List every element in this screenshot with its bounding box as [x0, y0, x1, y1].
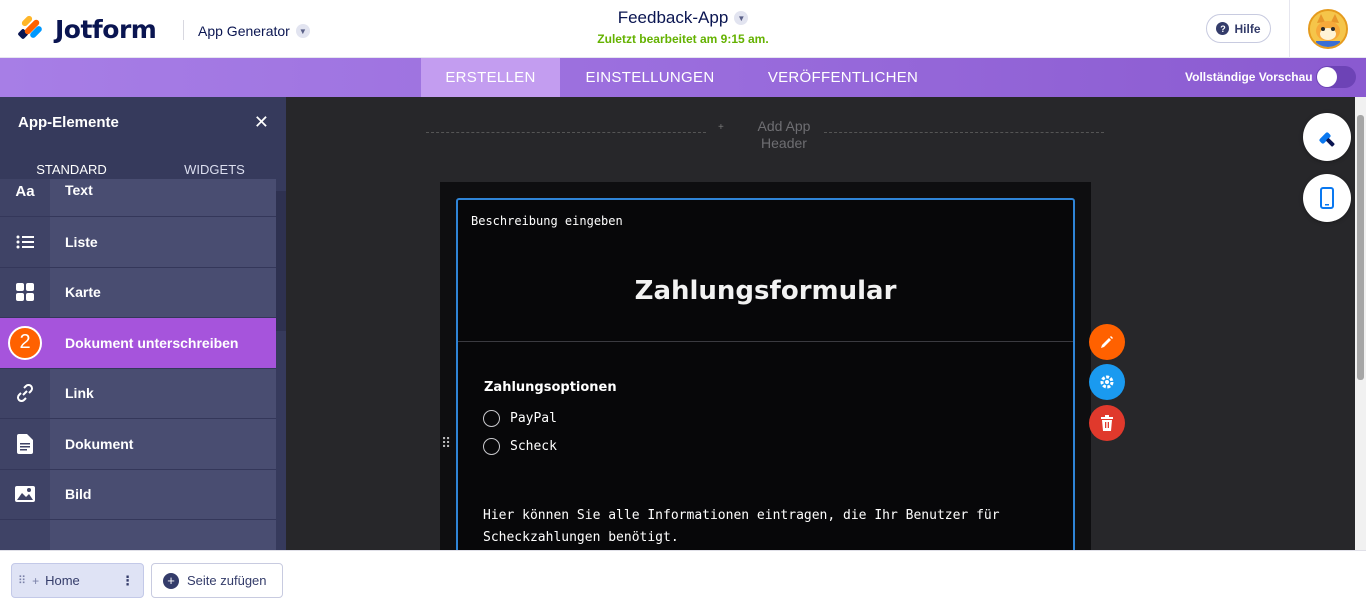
radio-button[interactable]: [483, 410, 500, 427]
header-separator: [1289, 0, 1290, 58]
full-preview-toggle[interactable]: [1316, 66, 1356, 88]
dashed-line: [824, 132, 1104, 133]
chevron-down-icon: ▼: [734, 11, 749, 25]
more-element-icon: [0, 520, 50, 550]
list-icon: [0, 217, 50, 267]
list-item-liste[interactable]: Liste: [0, 217, 276, 268]
payment-options-label: Zahlungsoptionen: [484, 380, 617, 395]
drag-handle-icon[interactable]: ⠿: [18, 574, 26, 587]
list-item-label: Bild: [65, 486, 92, 503]
card-icon: [0, 267, 50, 317]
last-edited-text: Zuletzt bearbeitet am 9:15 am.: [597, 32, 769, 46]
card-divider: [458, 341, 1073, 342]
logo-text: Jotform: [55, 14, 157, 44]
add-app-header[interactable]: + Add App Header: [426, 117, 1104, 157]
home-plus-icon: +: [32, 573, 40, 588]
top-header: Jotform App Generator ▼ Feedback-App ▼ Z…: [0, 0, 1366, 58]
mobile-preview-button[interactable]: [1303, 174, 1351, 222]
trash-icon: [1101, 415, 1113, 431]
canvas-scrollbar-thumb[interactable]: [1357, 115, 1364, 380]
toggle-knob: [1317, 67, 1337, 87]
list-item-label: Liste: [65, 233, 98, 250]
add-page-label: Seite zufügen: [187, 573, 267, 588]
phone-icon: [1320, 187, 1334, 209]
edit-button[interactable]: [1089, 324, 1125, 360]
payment-form-element[interactable]: Beschreibung eingeben Zahlungsformular Z…: [456, 198, 1075, 550]
link-icon: [0, 368, 50, 418]
option-label: Scheck: [510, 439, 557, 454]
tab-einstellungen[interactable]: EINSTELLUNGEN: [560, 58, 740, 97]
panel-title: App-Elemente: [18, 113, 119, 131]
chevron-down-icon: ▼: [295, 24, 310, 38]
text-icon: Aa: [0, 179, 50, 216]
list-item-dokument[interactable]: Dokument: [0, 419, 276, 470]
plus-icon: +: [718, 122, 724, 133]
app-title: Feedback-App: [617, 8, 729, 27]
description-text[interactable]: Beschreibung eingeben: [471, 214, 623, 228]
list-item-label: Dokument unterschreiben: [65, 334, 239, 351]
form-title: Zahlungsformular: [634, 276, 897, 306]
add-header-label: Add App Header: [757, 118, 811, 151]
panel-header: App-Elemente ✕: [0, 97, 286, 147]
header-divider: [183, 20, 184, 40]
image-icon: [0, 469, 50, 519]
full-preview-label: Vollständige Vorschau: [1185, 70, 1313, 84]
avatar-cat-icon: [1310, 11, 1346, 47]
app-elements-panel: App-Elemente ✕ STANDARD WIDGETS Aa Text …: [0, 97, 286, 550]
list-item-label: Text: [65, 182, 93, 198]
delete-button[interactable]: [1089, 405, 1125, 441]
app-title-menu[interactable]: Feedback-App ▼: [618, 8, 749, 28]
panel-scrollbar[interactable]: [276, 191, 286, 550]
list-item-link[interactable]: Link: [0, 368, 276, 419]
gear-icon: [1100, 375, 1114, 389]
close-icon[interactable]: ✕: [254, 112, 269, 133]
list-item-bild[interactable]: Bild: [0, 469, 276, 520]
tab-veroeffentlichen[interactable]: VERÖFFENTLICHEN: [740, 58, 946, 97]
info-text: Hier können Sie alle Informationen eintr…: [483, 508, 1000, 545]
app-generator-label: App Generator: [198, 23, 290, 39]
add-page-button[interactable]: + Seite zufügen: [151, 563, 283, 598]
list-item-label: [50, 520, 65, 550]
list-item-label: Karte: [65, 284, 101, 301]
app-title-area: Feedback-App ▼ Zuletzt bearbeitet am 9:1…: [560, 8, 806, 46]
list-item-label: Dokument: [65, 435, 134, 452]
list-item-text[interactable]: Aa Text: [0, 179, 276, 217]
list-item-karte[interactable]: Karte: [0, 267, 276, 318]
document-icon: [0, 419, 50, 469]
avatar[interactable]: [1308, 9, 1348, 49]
panel-scrollbar-thumb[interactable]: [276, 191, 286, 331]
jotform-logo[interactable]: Jotform: [17, 14, 157, 44]
dashed-line: [426, 132, 706, 133]
app-designer-button[interactable]: [1303, 113, 1351, 161]
more-options-icon[interactable]: ⋮: [121, 573, 134, 589]
app-generator-menu[interactable]: App Generator ▼: [198, 23, 310, 39]
help-button[interactable]: ? Hilfe: [1206, 14, 1271, 43]
home-page-label: Home: [45, 573, 80, 588]
radio-button[interactable]: [483, 438, 500, 455]
pages-bar: ⠿ + Home ⋮ + Seite zufügen: [0, 550, 1366, 607]
paint-roller-icon: [1319, 132, 1335, 147]
elements-list: Aa Text Liste Karte 2 Dokument unterschr…: [0, 179, 276, 550]
plus-icon: +: [163, 572, 179, 589]
canvas-scrollbar[interactable]: [1355, 97, 1366, 550]
jotform-logo-icon: [18, 15, 42, 39]
sign-document-icon: 2: [0, 318, 50, 368]
drag-handle-icon[interactable]: ⠿: [441, 436, 451, 450]
builder-tab-bar: ERSTELLEN EINSTELLUNGEN VERÖFFENTLICHEN …: [0, 58, 1366, 97]
help-label: Hilfe: [1234, 21, 1261, 36]
list-item-partial[interactable]: [0, 520, 276, 550]
step-badge: 2: [8, 325, 42, 360]
pencil-icon: [1101, 336, 1113, 348]
option-label: PayPal: [510, 411, 557, 426]
list-item-dokument-unterschreiben[interactable]: 2 Dokument unterschreiben: [0, 318, 276, 369]
payment-option-paypal[interactable]: PayPal: [483, 410, 557, 427]
question-icon: ?: [1216, 22, 1230, 35]
payment-option-scheck[interactable]: Scheck: [483, 438, 557, 455]
page-tab-home[interactable]: ⠿ + Home ⋮: [11, 563, 144, 598]
list-item-label: Link: [65, 385, 94, 402]
app-canvas: + Add App Header Beschreibung eingeben Z…: [286, 97, 1366, 550]
tab-erstellen[interactable]: ERSTELLEN: [421, 58, 560, 97]
settings-button[interactable]: [1089, 364, 1125, 400]
